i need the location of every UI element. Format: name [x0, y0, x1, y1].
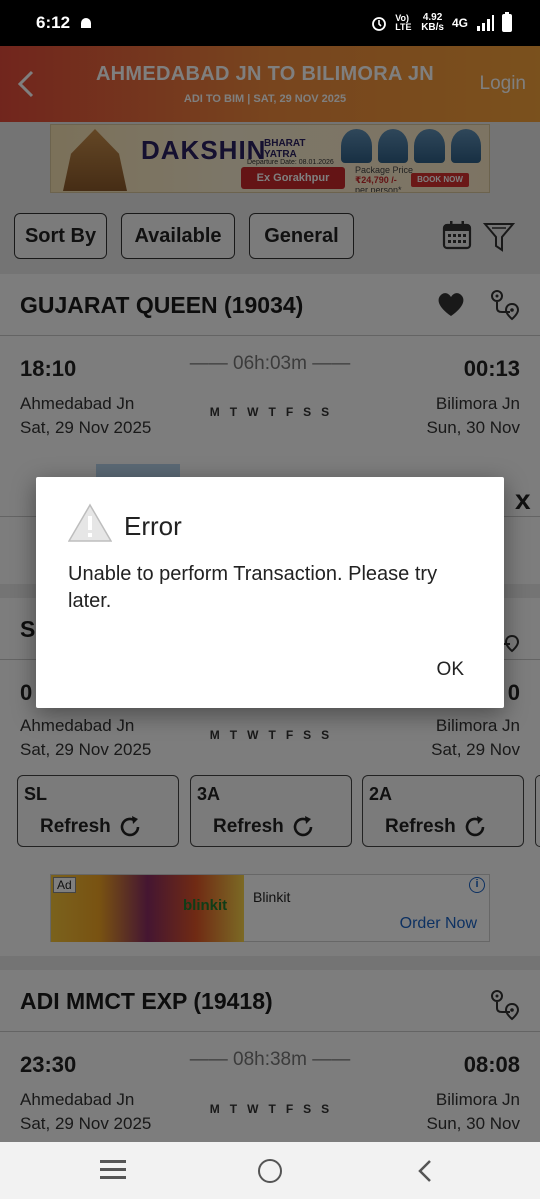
- alarm-icon: [372, 17, 387, 31]
- recent-apps-icon[interactable]: [100, 1160, 126, 1180]
- dialog-title: Error: [124, 511, 182, 541]
- status-bar: 6:12 Vo) LTE 4.92 KB/s 4G: [0, 0, 540, 46]
- home-icon[interactable]: [258, 1159, 282, 1183]
- signal-icon: [477, 15, 494, 31]
- dialog-message: Unable to perform Transaction. Please tr…: [68, 563, 438, 612]
- overlay-close-icon[interactable]: x: [515, 484, 531, 516]
- network-type: 4G: [451, 16, 468, 30]
- network-speed: 4.92 KB/s: [421, 12, 444, 33]
- system-nav-bar: [0, 1142, 540, 1199]
- error-dialog: Error Unable to perform Transaction. Ple…: [36, 477, 504, 708]
- system-back-icon[interactable]: [413, 1156, 437, 1186]
- battery-icon: [502, 12, 512, 32]
- ok-button[interactable]: OK: [431, 655, 470, 685]
- clock-time: 6:12: [36, 13, 71, 32]
- warning-icon: [68, 503, 112, 542]
- app-notification-icon: [81, 18, 92, 28]
- volte-indicator: Vo) LTE: [395, 13, 412, 32]
